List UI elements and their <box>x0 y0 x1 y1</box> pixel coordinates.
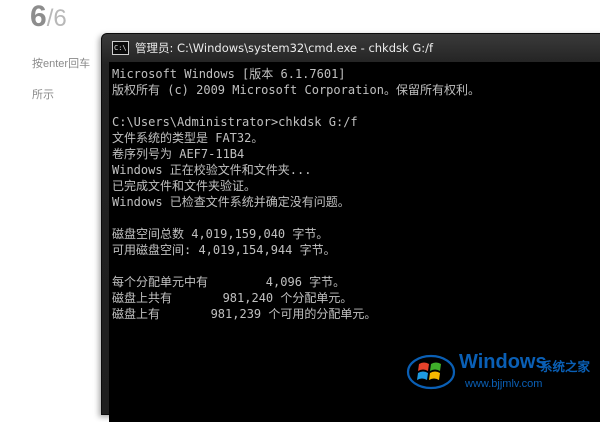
watermark-brand-cn: 系统之家 <box>540 359 591 374</box>
console-line: 卷序列号为 AEF7-11B4 <box>112 147 245 161</box>
console-line: Windows 已检查文件系统并确定没有问题。 <box>112 195 350 209</box>
console-line: 文件系统的类型是 FAT32。 <box>112 131 264 145</box>
watermark-brand: Windows <box>459 351 547 373</box>
step-indicator: 6/6 <box>30 0 67 34</box>
console-line: 磁盘上共有 981,240 个分配单元。 <box>112 291 353 305</box>
console-line: 磁盘空间总数 4,019,159,040 字节。 <box>112 227 329 241</box>
console-line: C:\Users\Administrator>chkdsk G:/f <box>112 115 358 129</box>
step-total: /6 <box>46 5 67 32</box>
watermark: Windows 系统之家 www.bjjmlv.com <box>393 336 600 400</box>
console-line: 磁盘上有 981,239 个可用的分配单元。 <box>112 307 377 321</box>
watermark-url: www.bjjmlv.com <box>465 378 543 390</box>
console-output: Microsoft Windows [版本 6.1.7601] 版权所有 (c) … <box>109 62 600 322</box>
window-titlebar[interactable]: C:\ 管理员: C:\Windows\system32\cmd.exe - c… <box>102 34 600 61</box>
console-line: Microsoft Windows [版本 6.1.7601] <box>112 67 346 81</box>
windows-logo-icon <box>406 354 456 390</box>
console-line: 版权所有 (c) 2009 Microsoft Corporation。保留所有… <box>112 83 480 97</box>
window-title: 管理员: C:\Windows\system32\cmd.exe - chkds… <box>135 40 434 55</box>
step-current: 6 <box>30 0 47 33</box>
console-line: Windows 正在校验文件和文件夹... <box>112 163 312 177</box>
console-line: 已完成文件和文件夹验证。 <box>112 179 257 193</box>
cmd-icon[interactable]: C:\ <box>112 40 129 55</box>
console-line: 每个分配单元中有 4,096 字节。 <box>112 275 346 289</box>
instruction-text-line1: 按enter回车 <box>32 58 91 70</box>
instruction-text-line2: 所示 <box>32 89 54 101</box>
console-line: 可用磁盘空间: 4,019,154,944 字节。 <box>112 243 336 257</box>
